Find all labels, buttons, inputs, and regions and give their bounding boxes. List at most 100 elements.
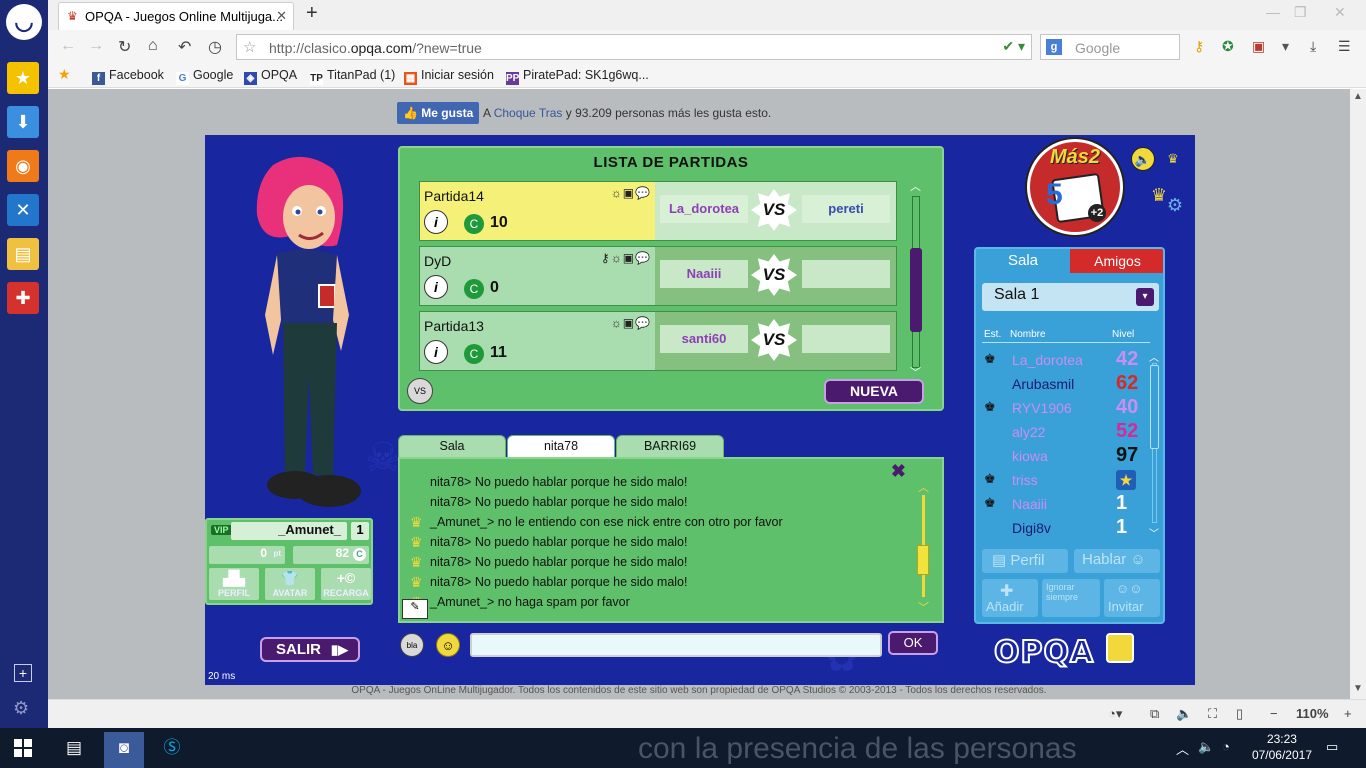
player-row[interactable]: ♚ Naaiii 1 [982, 492, 1150, 516]
player-row[interactable]: Digi8v 1 [982, 516, 1150, 540]
minimize-icon[interactable]: — [1266, 4, 1280, 20]
bookmark-iniciar-sesion[interactable]: ▦ Iniciar sesión [404, 68, 494, 85]
browser-tab[interactable]: ♛ OPQA - Juegos Online Multijuga... ✕ [58, 2, 294, 30]
settings-gear-icon[interactable]: ⚙ [13, 698, 29, 719]
download-icon[interactable]: ⤓ [1310, 38, 1316, 55]
salir-button[interactable]: SALIR ▮▶ [260, 637, 360, 662]
match-row[interactable]: Partida14 ☼▣💬 i C 10 La_dorotea VS peret… [419, 181, 897, 241]
browser-logo-icon[interactable]: ◡ [6, 4, 42, 40]
emoji-icon[interactable]: ☺ [436, 633, 460, 657]
player2-slot[interactable] [802, 325, 890, 353]
like-button[interactable]: 👍 Me gusta [397, 102, 479, 124]
rss-icon[interactable]: ◉ [7, 150, 39, 182]
scroll-up-icon[interactable]: ︿ [910, 178, 921, 194]
scroll-down-icon[interactable]: ﹀ [1149, 525, 1159, 540]
tab-amigos[interactable]: Amigos [1070, 249, 1163, 273]
file-explorer-icon[interactable]: ▤ [54, 732, 94, 768]
addon-menu-icon[interactable]: ▾ [1282, 38, 1289, 55]
zoom-level[interactable]: 110% [1296, 706, 1329, 721]
page-scrollbar[interactable]: ▲ ▼ [1350, 89, 1366, 699]
recarga-button[interactable]: +© RECARGA [321, 568, 371, 600]
scroll-down-icon[interactable]: ﹀ [910, 364, 921, 380]
skype-icon[interactable]: Ⓢ [152, 732, 192, 768]
match-row[interactable]: DyD ⚷☼▣💬 i C 0 Naaiii VS [419, 246, 897, 306]
tab-sala[interactable]: Sala [976, 249, 1070, 273]
player-row[interactable]: ♚ La_dorotea 42 [982, 348, 1150, 372]
player2-slot[interactable] [802, 260, 890, 288]
back-icon[interactable]: ← [60, 37, 76, 55]
bookmarks-star-icon[interactable]: ★ [7, 62, 39, 94]
bookmarks-star-icon[interactable]: ★ [58, 66, 71, 83]
profile-button[interactable]: ▟▙ PERFIL [209, 568, 259, 600]
player-avatar[interactable] [233, 155, 373, 520]
send-ok-button[interactable]: OK [888, 631, 938, 655]
chat-tab-barri69[interactable]: BARRI69 [616, 435, 724, 457]
avatar-button[interactable]: 👕 AVATAR [265, 568, 315, 600]
player-row[interactable]: kiowa 97 [982, 444, 1150, 468]
scroll-thumb[interactable] [917, 545, 929, 575]
zoom-out-icon[interactable]: − [1270, 706, 1278, 721]
chat-tab-sala[interactable]: Sala [398, 435, 506, 457]
crown-icon[interactable]: ♛ [1161, 147, 1185, 171]
chat-input[interactable] [470, 633, 882, 657]
match-list-scrollbar[interactable]: ︿ ﹀ [905, 178, 927, 379]
player-row[interactable]: ♚ triss ★ [982, 468, 1150, 492]
key-icon[interactable]: ⚷ [1194, 38, 1204, 55]
undo-icon[interactable]: ↶ [178, 37, 191, 57]
scroll-up-icon[interactable]: ▲ [1353, 91, 1363, 102]
add-panel-icon[interactable]: + [14, 664, 32, 682]
address-bar[interactable]: ☆ http://clasico.opqa.com/?new=true ✔ ▾ [236, 34, 1032, 60]
games-icon[interactable]: ✚ [7, 282, 39, 314]
google-icon[interactable]: g [1046, 39, 1062, 55]
ignorar-button[interactable]: Ignorar siempre [1042, 579, 1100, 617]
invitar-button[interactable]: ☺☺ Invitar [1104, 579, 1160, 617]
player1-slot[interactable]: santi60 [660, 325, 748, 353]
player1-slot[interactable]: Naaiii [660, 260, 748, 288]
like-user-link[interactable]: Choque Tras [494, 106, 563, 120]
bookmark-titanpad[interactable]: TP TitanPad (1) [310, 68, 395, 85]
url-text[interactable]: http://clasico.opqa.com/?new=true [269, 40, 482, 56]
chat-scrollbar[interactable]: ︿ ﹀ [914, 479, 934, 614]
player-row[interactable]: ♚ RYV1906 40 [982, 396, 1150, 420]
forward-icon[interactable]: → [88, 37, 104, 55]
url-go-icon[interactable]: ✔ ▾ [1002, 38, 1025, 55]
bookmark-google[interactable]: G Google [176, 68, 233, 85]
player1-slot[interactable]: La_dorotea [660, 195, 748, 223]
fullscreen-icon[interactable]: ⛶ [1208, 706, 1217, 722]
gear-icon[interactable]: ⚙ [1163, 193, 1187, 217]
zoom-in-icon[interactable]: + [1344, 706, 1352, 721]
tab-close-icon[interactable]: ✕ [276, 8, 287, 24]
room-selector[interactable]: Sala 1 ▾ [982, 283, 1159, 311]
panel-toggle-icon[interactable]: ▯ [1236, 706, 1243, 722]
bookmark-facebook[interactable]: f Facebook [92, 68, 164, 85]
security-icon[interactable]: ✪ [1222, 38, 1234, 55]
anadir-button[interactable]: ✚ Añadir [982, 579, 1038, 617]
match-row[interactable]: Partida13 ☼▣💬 i C 11 santi60 VS [419, 311, 897, 371]
tray-volume-icon[interactable]: 🔈 [1198, 739, 1214, 755]
scroll-thumb[interactable] [1150, 365, 1159, 449]
scroll-down-icon[interactable]: ﹀ [918, 599, 929, 615]
scroll-up-icon[interactable]: ︿ [1149, 349, 1159, 364]
addon-icon[interactable]: ▣ [1252, 38, 1265, 55]
speed-icon[interactable]: ◔▾ [1108, 706, 1122, 722]
hablar-button[interactable]: Hablar ☺ [1074, 549, 1160, 573]
volume-icon[interactable]: 🔈 [1176, 706, 1192, 722]
nueva-partida-button[interactable]: NUEVA [824, 379, 924, 404]
downloads-icon[interactable]: ⬇ [7, 106, 39, 138]
taskbar-clock[interactable]: 23:23 07/06/2017 [1252, 731, 1312, 763]
info-icon[interactable]: i [424, 210, 448, 234]
sound-icon[interactable]: 🔈 [1131, 147, 1155, 171]
new-tab-button[interactable]: + [306, 2, 318, 25]
versus-mode-icon[interactable]: VS [407, 378, 433, 404]
bookmark-piratepad[interactable]: PP PiratePad: SK1g6wq... [506, 68, 649, 85]
info-icon[interactable]: i [424, 275, 448, 299]
player-row[interactable]: Arubasmil 62 [982, 372, 1150, 396]
player2-slot[interactable]: pereti [802, 195, 890, 223]
scroll-down-icon[interactable]: ▼ [1353, 683, 1363, 694]
tools-icon[interactable]: ✕ [7, 194, 39, 226]
bookmark-star-icon[interactable]: ☆ [243, 38, 256, 56]
windows-start-icon[interactable] [14, 739, 32, 757]
maxthon-browser-icon[interactable]: ◙ [104, 732, 144, 768]
player-list-scrollbar[interactable]: ︿ ﹀ [1148, 349, 1162, 540]
maximize-icon[interactable]: ❐ [1294, 4, 1307, 21]
